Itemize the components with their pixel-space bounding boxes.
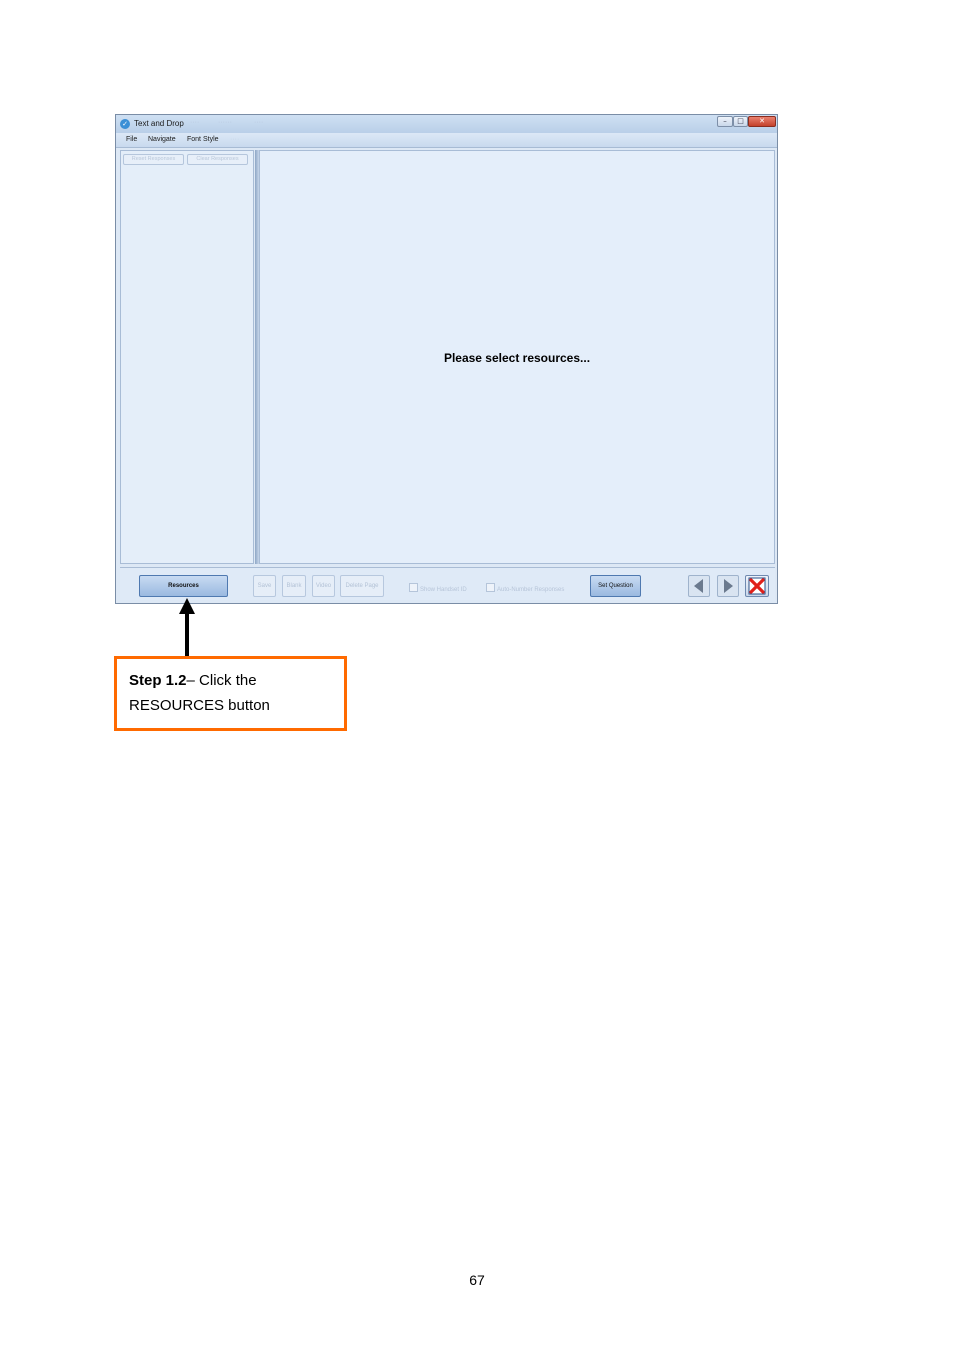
exit-button[interactable] <box>745 575 769 597</box>
red-x-icon <box>748 577 766 595</box>
auto-number-label: Auto-Number Responses <box>497 587 565 593</box>
title-faded-1: ···· <box>190 119 200 126</box>
up-arrow-icon <box>179 598 195 656</box>
triangle-right-icon <box>724 579 733 593</box>
page-number: 67 <box>469 1272 485 1288</box>
video-button[interactable]: Video <box>312 575 335 597</box>
main-panel: Please select resources... <box>259 150 775 564</box>
maximize-button[interactable]: □ <box>733 116 748 127</box>
window-close-button[interactable]: ✕ <box>748 116 776 127</box>
window-title: Text and Drop <box>134 119 184 128</box>
title-bar[interactable]: ✓ Text and Drop ···· ······ ···· – □ ✕ <box>116 115 777 133</box>
menu-bar: File Navigate Font Style ···· <box>116 133 777 148</box>
clear-responses-button[interactable]: Clear Responses <box>187 154 248 165</box>
step-number: Step 1.2 <box>129 672 187 689</box>
title-faded-3: ···· <box>254 119 264 126</box>
next-page-button[interactable] <box>717 575 739 597</box>
app-check-icon: ✓ <box>120 119 130 129</box>
auto-number-checkbox[interactable] <box>486 583 495 592</box>
menu-item-file[interactable]: File <box>126 136 137 143</box>
show-handset-id-checkbox[interactable] <box>409 583 418 592</box>
bottom-toolbar: Resources Save Blank Video Delete Page S… <box>120 567 775 600</box>
callout-line-1: Step 1.2– Click the <box>129 668 344 693</box>
step-callout-box: Step 1.2– Click the RESOURCES button <box>114 656 347 731</box>
previous-page-button[interactable] <box>688 575 710 597</box>
show-handset-id-option[interactable]: Show Handset ID <box>409 583 467 593</box>
set-question-button[interactable]: Set Question <box>590 575 641 597</box>
minimize-button[interactable]: – <box>717 116 733 127</box>
step-instruction: – Click the <box>186 672 257 689</box>
app-window: ✓ Text and Drop ···· ······ ···· – □ ✕ F… <box>115 114 778 604</box>
triangle-left-icon <box>694 579 703 593</box>
auto-number-option[interactable]: Auto-Number Responses <box>486 583 564 593</box>
resources-button[interactable]: Resources <box>139 575 228 597</box>
title-faded-2: ······ <box>218 119 232 126</box>
blank-button[interactable]: Blank <box>282 575 306 597</box>
left-panel: Reset Responses Clear Responses <box>120 150 254 564</box>
show-handset-id-label: Show Handset ID <box>420 587 467 593</box>
reset-responses-button[interactable]: Reset Responses <box>123 154 184 165</box>
callout-line-2: RESOURCES button <box>129 697 270 714</box>
delete-page-button[interactable]: Delete Page <box>340 575 384 597</box>
select-resources-message: Please select resources... <box>443 351 591 365</box>
save-button[interactable]: Save <box>253 575 276 597</box>
menu-item-font-style[interactable]: Font Style <box>187 136 219 143</box>
menu-item-navigate[interactable]: Navigate <box>148 136 176 143</box>
menu-item-faded[interactable]: ···· <box>230 136 239 143</box>
